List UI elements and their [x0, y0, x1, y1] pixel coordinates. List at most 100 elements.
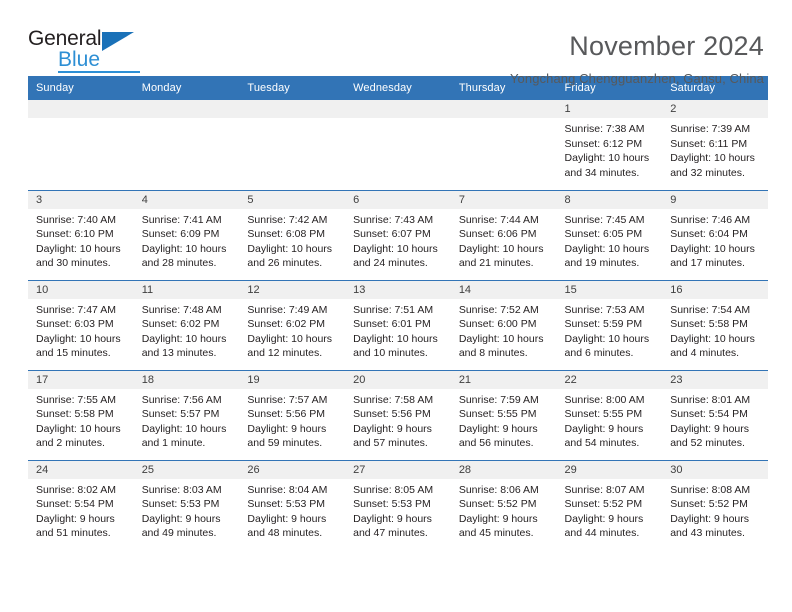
sunset-text: Sunset: 5:52 PM — [670, 498, 748, 511]
daylight-text-line2: and 10 minutes. — [353, 347, 428, 360]
daylight-text-line1: Daylight: 9 hours — [353, 512, 432, 525]
daylight-text-line2: and 8 minutes. — [458, 347, 528, 360]
day-cell[interactable]: 3 Sunrise: 7:40 AM Sunset: 6:10 PM Daylight… — [28, 189, 134, 280]
day-info: Sunrise: 8:04 AM Sunset: 5:53 PM Daylight:… — [239, 479, 345, 541]
day-number: 4 — [133, 190, 240, 209]
day-number: 10 — [28, 280, 134, 299]
day-cell[interactable]: 15 Sunrise: 7:53 AM Sunset: 5:59 PM Dayligh… — [556, 279, 663, 370]
daylight-text-line1: Daylight: 10 hours — [36, 242, 121, 255]
sunset-text: Sunset: 5:53 PM — [247, 498, 326, 511]
day-info: Sunrise: 7:58 AM Sunset: 5:56 PM Daylight:… — [345, 389, 451, 451]
day-cell[interactable]: 2 Sunrise: 7:39 AM Sunset: 6:11 PM Daylight… — [662, 100, 768, 190]
day-cell[interactable]: 28 Sunrise: 8:06 AM Sunset: 5:52 PM Dayligh… — [450, 459, 557, 550]
sunrise-text: Sunrise: 7:58 AM — [353, 393, 434, 406]
day-number: 14 — [450, 280, 557, 299]
sunrise-text: Sunrise: 8:06 AM — [458, 483, 539, 496]
daylight-text-line2: and 15 minutes. — [36, 347, 111, 360]
sunrise-text: Sunrise: 8:01 AM — [670, 393, 751, 406]
day-cell[interactable]: 10 Sunrise: 7:47 AM Sunset: 6:03 PM Dayligh… — [28, 279, 134, 370]
weekday-header-tuesday: Tuesday — [239, 76, 346, 100]
daylight-text-line1: Daylight: 9 hours — [564, 422, 644, 435]
day-number: 5 — [239, 190, 346, 209]
daylight-text-line2: and 44 minutes. — [564, 527, 640, 540]
day-cell[interactable]: 7 Sunrise: 7:44 AM Sunset: 6:06 PM Daylight… — [450, 189, 557, 280]
calendar-body: 1 Sunrise: 7:38 AM Sunset: 6:12 PM Daylight… — [28, 100, 768, 550]
sunrise-text: Sunrise: 8:02 AM — [36, 483, 116, 496]
day-number: 9 — [662, 190, 768, 209]
day-info: Sunrise: 7:39 AM Sunset: 6:11 PM Daylight:… — [662, 118, 768, 180]
sunrise-text: Sunrise: 7:46 AM — [670, 213, 751, 226]
day-number: 30 — [662, 460, 768, 479]
day-cell[interactable]: 25 Sunrise: 8:03 AM Sunset: 5:53 PM Dayligh… — [133, 459, 240, 550]
day-cell[interactable]: 23 Sunrise: 8:01 AM Sunset: 5:54 PM Dayligh… — [662, 369, 768, 460]
daylight-text-line1: Daylight: 10 hours — [141, 422, 227, 435]
day-cell[interactable]: 8 Sunrise: 7:45 AM Sunset: 6:05 PM Daylight… — [556, 189, 663, 280]
day-cell[interactable]: 4 Sunrise: 7:41 AM Sunset: 6:09 PM Daylight… — [133, 189, 240, 280]
day-cell[interactable]: 22 Sunrise: 8:00 AM Sunset: 5:55 PM Dayligh… — [556, 369, 663, 460]
daylight-text-line2: and 2 minutes. — [36, 437, 105, 450]
sunrise-text: Sunrise: 8:00 AM — [564, 393, 645, 406]
day-info: Sunrise: 8:00 AM Sunset: 5:55 PM Daylight:… — [557, 389, 663, 451]
weekday-header-wednesday: Wednesday — [345, 76, 451, 100]
sunrise-text: Sunrise: 7:41 AM — [141, 213, 222, 226]
daylight-text-line2: and 21 minutes. — [458, 257, 534, 270]
day-info: Sunrise: 7:43 AM Sunset: 6:07 PM Daylight:… — [345, 209, 451, 271]
day-cell[interactable]: 16 Sunrise: 7:54 AM Sunset: 5:58 PM Dayligh… — [662, 279, 768, 370]
day-info: Sunrise: 8:03 AM Sunset: 5:53 PM Daylight:… — [134, 479, 240, 541]
daylight-text-line1: Daylight: 10 hours — [141, 242, 227, 255]
daylight-text-line1: Daylight: 10 hours — [458, 332, 544, 345]
day-number: 19 — [239, 370, 346, 389]
day-cell[interactable]: 30 Sunrise: 8:08 AM Sunset: 5:52 PM Dayligh… — [662, 459, 768, 550]
sunset-text: Sunset: 5:52 PM — [564, 498, 643, 511]
daylight-text-line2: and 26 minutes. — [247, 257, 323, 270]
sunset-text: Sunset: 6:09 PM — [141, 228, 220, 241]
day-number: 24 — [28, 460, 134, 479]
sunset-text: Sunset: 6:02 PM — [141, 318, 220, 331]
daylight-text-line2: and 24 minutes. — [353, 257, 428, 270]
daylight-text-line2: and 51 minutes. — [36, 527, 111, 540]
day-cell-empty — [239, 100, 346, 190]
day-cell[interactable]: 13 Sunrise: 7:51 AM Sunset: 6:01 PM Dayligh… — [345, 279, 451, 370]
day-cell[interactable]: 19 Sunrise: 7:57 AM Sunset: 5:56 PM Dayligh… — [239, 369, 346, 460]
weekday-header-monday: Monday — [133, 76, 240, 100]
day-info: Sunrise: 7:45 AM Sunset: 6:05 PM Daylight:… — [557, 209, 663, 271]
day-cell[interactable]: 17 Sunrise: 7:55 AM Sunset: 5:58 PM Dayligh… — [28, 369, 134, 460]
sunset-text: Sunset: 6:12 PM — [564, 137, 643, 150]
day-cell[interactable]: 12 Sunrise: 7:49 AM Sunset: 6:02 PM Dayligh… — [239, 279, 346, 370]
day-cell[interactable]: 14 Sunrise: 7:52 AM Sunset: 6:00 PM Dayligh… — [450, 279, 557, 370]
day-cell[interactable]: 11 Sunrise: 7:48 AM Sunset: 6:02 PM Dayligh… — [133, 279, 240, 370]
day-cell[interactable]: 20 Sunrise: 7:58 AM Sunset: 5:56 PM Dayligh… — [345, 369, 451, 460]
day-cell[interactable]: 27 Sunrise: 8:05 AM Sunset: 5:53 PM Dayligh… — [345, 459, 451, 550]
sunset-text: Sunset: 5:54 PM — [36, 498, 114, 511]
page-title: November 2024 — [569, 31, 764, 61]
day-number: 12 — [239, 280, 346, 299]
day-cell[interactable]: 6 Sunrise: 7:43 AM Sunset: 6:07 PM Daylight… — [345, 189, 451, 280]
sunset-text: Sunset: 6:01 PM — [353, 318, 431, 331]
day-cell[interactable]: 9 Sunrise: 7:46 AM Sunset: 6:04 PM Daylight… — [662, 189, 768, 280]
day-info: Sunrise: 7:54 AM Sunset: 5:58 PM Daylight:… — [662, 299, 768, 361]
sunset-text: Sunset: 6:02 PM — [247, 318, 326, 331]
daylight-text-line1: Daylight: 10 hours — [247, 242, 333, 255]
day-cell-empty — [133, 100, 240, 190]
day-cell[interactable]: 21 Sunrise: 7:59 AM Sunset: 5:55 PM Dayligh… — [450, 369, 557, 460]
daylight-text-line1: Daylight: 9 hours — [36, 512, 115, 525]
daylight-text-line2: and 56 minutes. — [458, 437, 534, 450]
day-cell[interactable]: 29 Sunrise: 8:07 AM Sunset: 5:52 PM Dayligh… — [556, 459, 663, 550]
day-cell[interactable]: 5 Sunrise: 7:42 AM Sunset: 6:08 PM Daylight… — [239, 189, 346, 280]
daylight-text-line2: and 49 minutes. — [141, 527, 217, 540]
daylight-text-line2: and 54 minutes. — [564, 437, 640, 450]
calendar-week-row: 17 Sunrise: 7:55 AM Sunset: 5:58 PM Dayligh… — [28, 369, 768, 460]
day-cell[interactable]: 26 Sunrise: 8:04 AM Sunset: 5:53 PM Dayligh… — [239, 459, 346, 550]
day-info: Sunrise: 7:49 AM Sunset: 6:02 PM Daylight:… — [239, 299, 345, 361]
day-cell[interactable]: 18 Sunrise: 7:56 AM Sunset: 5:57 PM Dayligh… — [133, 369, 240, 460]
daylight-text-line1: Daylight: 10 hours — [36, 332, 121, 345]
sunset-text: Sunset: 6:00 PM — [458, 318, 537, 331]
sunrise-text: Sunrise: 7:43 AM — [353, 213, 434, 226]
sunrise-text: Sunrise: 7:48 AM — [141, 303, 222, 316]
daylight-text-line2: and 57 minutes. — [353, 437, 428, 450]
brand-logo[interactable]: General Blue — [28, 28, 140, 74]
day-cell[interactable]: 1 Sunrise: 7:38 AM Sunset: 6:12 PM Daylight… — [556, 100, 663, 190]
day-cell[interactable]: 24 Sunrise: 8:02 AM Sunset: 5:54 PM Dayligh… — [28, 459, 134, 550]
daylight-text-line2: and 13 minutes. — [141, 347, 217, 360]
sunset-text: Sunset: 5:57 PM — [141, 408, 220, 421]
